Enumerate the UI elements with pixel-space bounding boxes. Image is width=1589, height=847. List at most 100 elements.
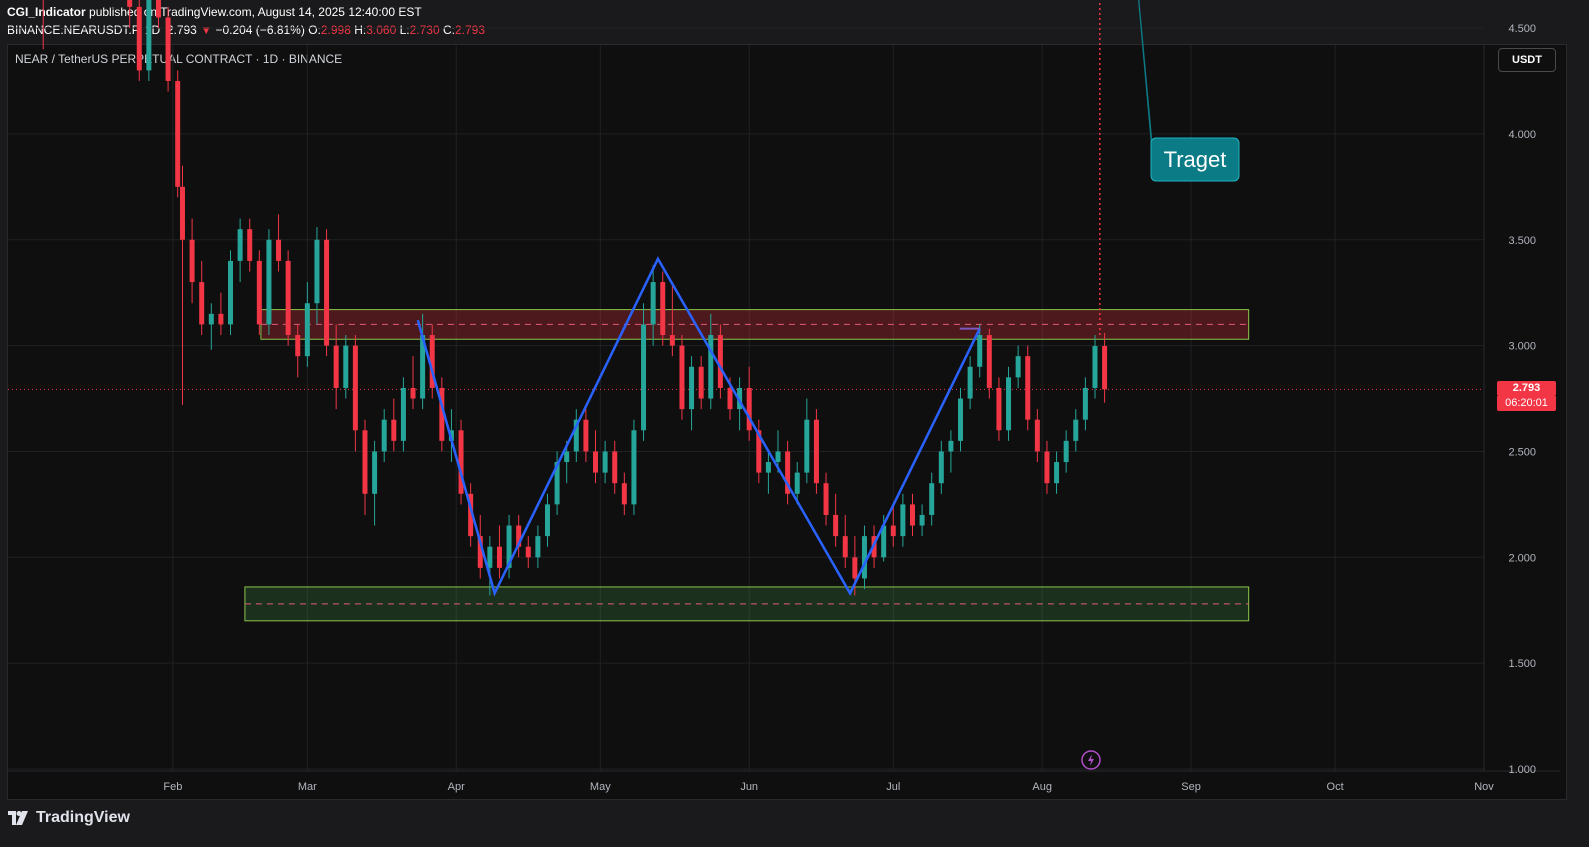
candle-body [146,0,152,71]
candle-body [746,387,752,431]
candle-body [698,366,704,399]
candle-body [1015,356,1021,378]
candle-body [544,504,550,537]
candle [823,472,829,526]
candle [621,472,627,515]
candle [813,409,819,494]
candle [391,398,397,452]
candle [919,504,925,537]
target-drawing[interactable] [1094,0,1106,336]
candle-body [631,430,637,505]
x-tick-label: Jun [740,781,758,793]
candle-body [1054,462,1060,484]
target-callout[interactable]: Traget [1102,0,1240,182]
x-tick-label: Sep [1181,781,1201,793]
candle-body [381,419,387,452]
candle-body [641,324,647,431]
support-zone [244,586,1250,622]
candle-body [765,462,771,473]
candle [967,356,973,410]
candle [352,335,358,452]
candle-body [276,239,282,261]
candle [996,377,1002,441]
candle-body [689,366,695,410]
candle [535,525,541,568]
candle-body [583,419,589,452]
y-tick-label: 1.500 [1508,658,1536,670]
candle [136,0,142,81]
candle-body [842,536,848,558]
lightning-icon[interactable] [1081,750,1101,770]
candle [247,218,253,272]
candle-body [679,345,685,410]
candle [400,377,406,452]
candle-body [669,335,675,346]
candle [199,260,205,336]
candle-body [929,483,935,515]
candle-body [1102,346,1108,390]
candle [458,419,464,505]
candle [362,419,368,515]
candle [372,440,378,526]
candle-body [247,229,253,261]
candle-body [794,472,800,494]
candle-body [967,366,973,399]
x-axis[interactable]: Feb Mar Apr May Jun Jul Aug Sep Oct Nov [163,781,1494,793]
candle-body [1034,419,1040,452]
candle [679,335,685,420]
y-tick-label: 2.500 [1508,446,1536,458]
candle [804,398,810,484]
candle [1054,451,1060,494]
candle [573,409,579,463]
candle [583,409,589,463]
candle [1025,345,1031,431]
candle-body [813,419,819,484]
w-pattern-line [416,256,981,597]
candle-body [660,282,666,336]
brand-name: TradingView [36,809,130,826]
candle-body [324,239,330,346]
candle [155,0,161,29]
candle-body [602,451,608,473]
y-tick-label: 3.500 [1508,235,1536,247]
candle-body [199,282,205,325]
candle [1063,430,1069,473]
candle [165,6,171,92]
footer[interactable]: TradingView [8,806,130,830]
pattern-lines[interactable] [416,256,981,597]
candle-body [621,483,627,505]
grid-lines [8,27,1560,772]
candle-body [977,335,983,367]
candle [1044,440,1050,494]
y-tick-label: 1.000 [1508,764,1536,776]
candle-body [958,398,964,441]
candle-body [1044,451,1050,484]
candle [1015,345,1021,388]
candle-body [165,17,171,81]
candle-body [909,504,915,526]
candle-body [304,303,310,357]
candle-body [890,525,896,537]
candle [909,493,915,537]
candle [900,493,906,547]
candle [410,356,416,410]
tradingview-logo-icon [8,811,28,825]
candle [525,536,531,568]
candle-body [136,6,142,71]
candle-body [127,0,133,7]
candles [42,0,1108,596]
candle [276,214,282,272]
candle [1082,377,1088,431]
candle-body [487,546,493,568]
candle-body [833,514,839,537]
candle-body [237,229,243,261]
candle [689,356,695,431]
candle-body [175,80,181,187]
candle-body [1073,419,1079,441]
candle-body [900,504,906,537]
chart-svg[interactable]: 7.5007.0006.5006.0005.5005.0004.5004.000… [0,0,1589,847]
candle-body [266,239,272,325]
candle [746,366,752,441]
candle-body [564,451,570,463]
candle-body [775,451,781,463]
